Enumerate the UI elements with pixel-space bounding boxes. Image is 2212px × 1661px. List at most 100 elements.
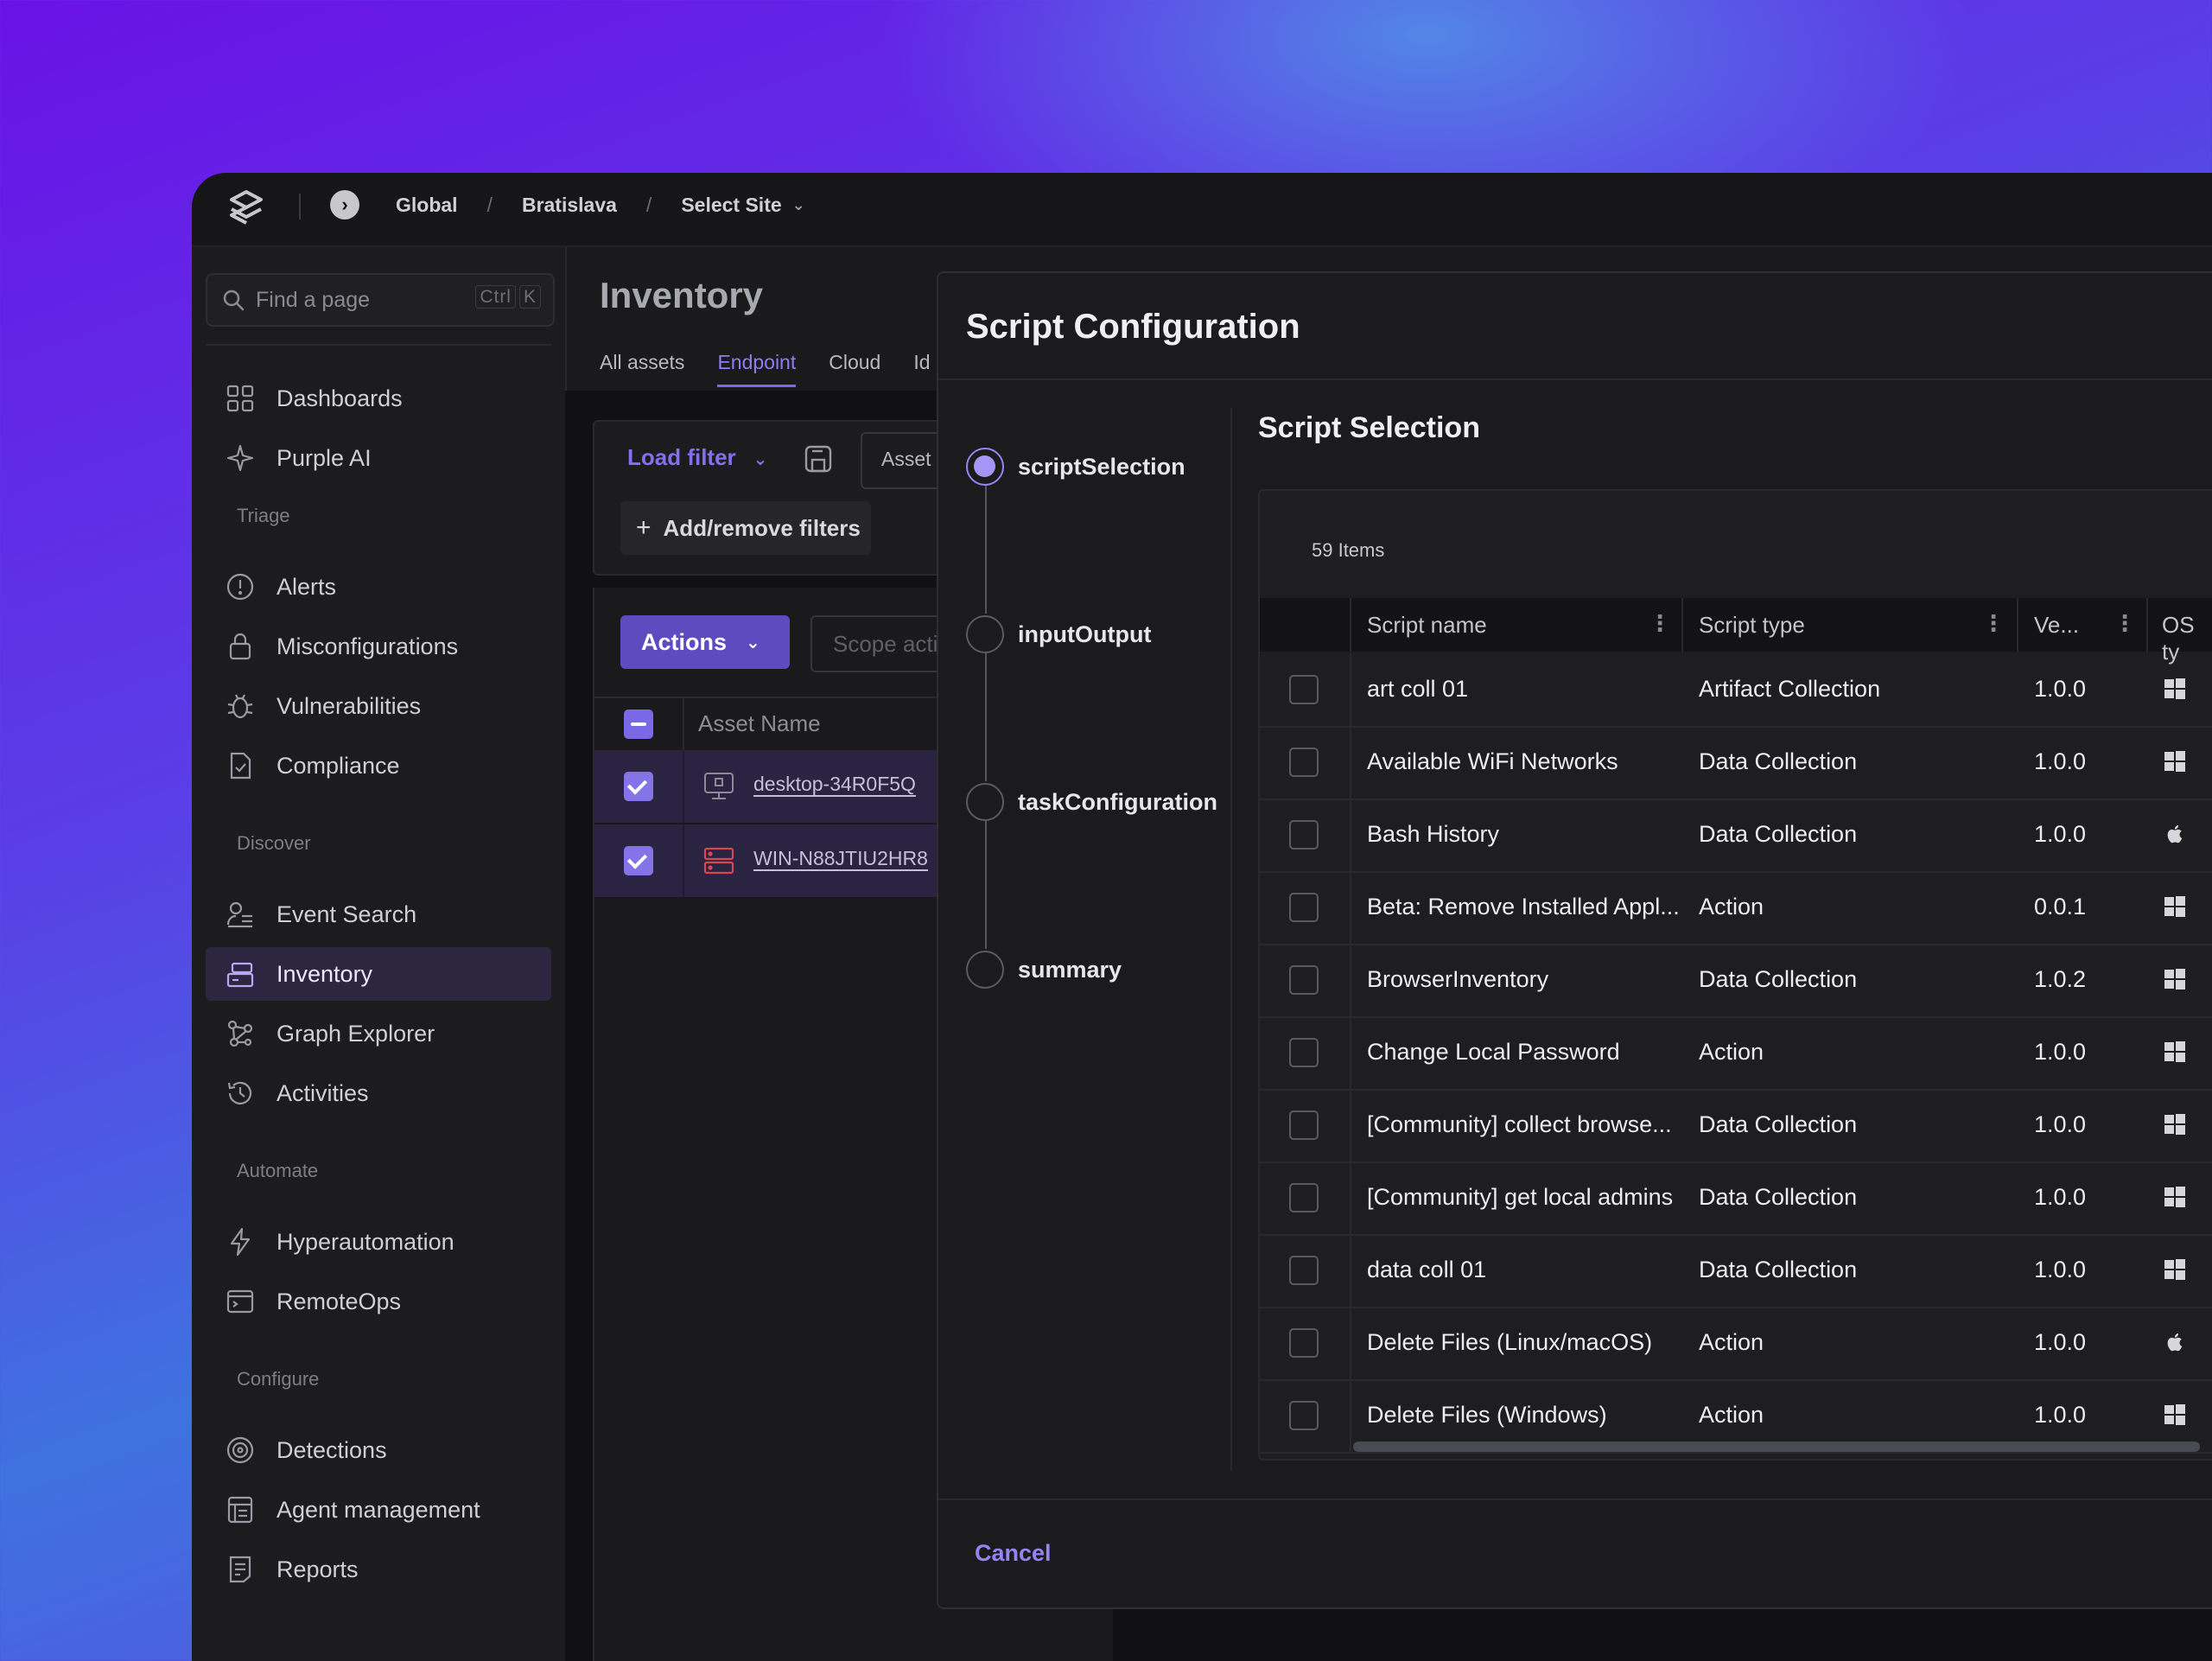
sidebar-item-compliance[interactable]: Compliance	[206, 739, 551, 792]
version-cell: 1.0.0	[2034, 676, 2087, 702]
table-row[interactable]: Change Local Password Action 1.0.0	[1260, 1016, 2212, 1091]
sidebar-item-label: Alerts	[276, 573, 337, 600]
column-menu-icon[interactable]: ⋮	[1649, 610, 1671, 637]
breadcrumb-bratislava[interactable]: Bratislava	[522, 194, 617, 217]
sidebar-divider	[206, 344, 551, 346]
table-row[interactable]: art coll 01 Artifact Collection 1.0.0	[1260, 653, 2212, 728]
step-script-selection[interactable]: scriptSelection	[966, 446, 1185, 487]
sidebar-item-activities[interactable]: Activities	[206, 1066, 551, 1120]
column-header-script-type[interactable]: Script type	[1699, 612, 1805, 639]
script-name-cell: Beta: Remove Installed Appl...	[1367, 894, 1680, 920]
row-checkbox[interactable]	[1289, 1256, 1319, 1285]
target-icon	[226, 1436, 254, 1464]
breadcrumb-select-site[interactable]: Select Site	[681, 194, 781, 217]
script-name-cell: [Community] collect browse...	[1367, 1111, 1672, 1137]
table-row[interactable]: Beta: Remove Installed Appl... Action 0.0.…	[1260, 871, 2212, 945]
row-checkbox[interactable]	[1289, 965, 1319, 995]
search-shortcut: Ctrl K	[472, 285, 541, 309]
row-checkbox[interactable]	[1289, 820, 1319, 850]
row-checkbox[interactable]	[1289, 675, 1319, 704]
sidebar-item-purple-ai[interactable]: Purple AI	[206, 431, 551, 485]
select-all-checkbox[interactable]	[624, 710, 653, 739]
row-checkbox[interactable]	[1289, 1183, 1319, 1212]
asset-link[interactable]: desktop-34R0F5Q	[753, 773, 916, 796]
asset-link[interactable]: WIN-N88JTIU2HR8	[753, 847, 928, 870]
agent-icon	[227, 1496, 253, 1524]
table-row[interactable]: [Community] get local admins Data Collect…	[1260, 1161, 2212, 1236]
tab-all-assets[interactable]: All assets	[600, 351, 684, 387]
sidebar-item-event-search[interactable]: Event Search	[206, 888, 551, 941]
items-count: 59 Items	[1312, 539, 1385, 561]
row-checkbox[interactable]	[1289, 1111, 1319, 1140]
sidebar-item-label: Dashboards	[276, 385, 403, 411]
step-task-configuration[interactable]: taskConfiguration	[966, 781, 1217, 823]
save-filter-icon[interactable]	[802, 442, 835, 475]
sidebar-item-alerts[interactable]: Alerts	[206, 560, 551, 614]
breadcrumb-global[interactable]: Global	[396, 194, 458, 217]
search-input[interactable]: Find a page Ctrl K	[206, 273, 555, 327]
tab-identity[interactable]: Id	[913, 351, 930, 387]
row-checkbox[interactable]	[1289, 1038, 1319, 1067]
table-row[interactable]: BrowserInventory Data Collection 1.0.2	[1260, 944, 2212, 1018]
column-menu-icon[interactable]: ⋮	[1982, 610, 2005, 637]
terminal-icon	[226, 1289, 254, 1314]
sidebar-item-remoteops[interactable]: RemoteOps	[206, 1275, 551, 1328]
cancel-button[interactable]: Cancel	[975, 1540, 1052, 1567]
sidebar-item-label: Misconfigurations	[276, 633, 459, 659]
step-indicator	[966, 951, 1004, 989]
tab-endpoint[interactable]: Endpoint	[717, 351, 797, 387]
column-menu-icon[interactable]: ⋮	[2113, 610, 2136, 637]
sidebar-item-detections[interactable]: Detections	[206, 1423, 551, 1477]
column-divider	[683, 750, 684, 823]
document-check-icon	[230, 752, 251, 780]
tab-cloud[interactable]: Cloud	[829, 351, 880, 387]
actions-label: Actions	[641, 628, 728, 655]
step-label: scriptSelection	[1018, 453, 1185, 480]
sidebar-item-dashboards[interactable]: Dashboards	[206, 372, 551, 425]
step-input-output[interactable]: inputOutput	[966, 614, 1151, 655]
row-checkbox[interactable]	[624, 846, 653, 875]
column-divider	[1681, 598, 1683, 652]
step-summary[interactable]: summary	[966, 949, 1122, 990]
load-filter-dropdown[interactable]: Load filter ⌄	[627, 444, 767, 471]
horizontal-scrollbar[interactable]	[1353, 1441, 2200, 1452]
row-checkbox[interactable]	[1289, 893, 1319, 922]
sidebar-item-agent-management[interactable]: Agent management	[206, 1483, 551, 1537]
sidebar-item-label: Reports	[276, 1556, 359, 1582]
add-remove-filters-button[interactable]: + Add/remove filters	[620, 501, 871, 555]
sidebar-item-hyperautomation[interactable]: Hyperautomation	[206, 1215, 551, 1269]
windows-icon	[2164, 1113, 2186, 1136]
column-divider	[1350, 1089, 1351, 1161]
step-label: taskConfiguration	[1018, 788, 1218, 815]
column-divider	[1350, 871, 1351, 944]
table-row[interactable]: [Community] collect browse... Data Collec…	[1260, 1089, 2212, 1163]
row-checkbox[interactable]	[1289, 748, 1319, 777]
table-row[interactable]: data coll 01 Data Collection 1.0.0	[1260, 1234, 2212, 1308]
table-row[interactable]: Available WiFi Networks Data Collection 1.…	[1260, 726, 2212, 800]
table-row[interactable]: Bash History Data Collection 1.0.0	[1260, 799, 2212, 873]
scope-chevron-right-icon[interactable]: ›	[330, 190, 359, 220]
column-header-version[interactable]: Ve...	[2034, 612, 2079, 639]
script-type-cell: Data Collection	[1699, 748, 1858, 774]
table-row[interactable]: Delete Files (Linux/macOS) Action 1.0.0	[1260, 1307, 2212, 1381]
chevron-down-icon[interactable]: ⌄	[792, 196, 805, 214]
column-header-asset-name[interactable]: Asset Name	[698, 710, 821, 737]
row-checkbox[interactable]	[1289, 1401, 1319, 1430]
script-name-cell: Delete Files (Windows)	[1367, 1402, 1607, 1428]
sidebar-item-reports[interactable]: Reports	[206, 1543, 551, 1596]
column-divider	[683, 698, 684, 750]
step-indicator-active	[966, 448, 1004, 486]
sentinel-logo-icon[interactable]	[225, 187, 268, 230]
script-name-cell: Available WiFi Networks	[1367, 748, 1618, 774]
sidebar-item-misconfigurations[interactable]: Misconfigurations	[206, 620, 551, 673]
actions-button[interactable]: Actions ⌄	[620, 615, 790, 669]
sidebar-item-label: Graph Explorer	[276, 1020, 435, 1047]
sidebar-item-graph-explorer[interactable]: Graph Explorer	[206, 1007, 551, 1060]
sidebar-item-inventory[interactable]: Inventory	[206, 947, 551, 1001]
sidebar-item-label: Compliance	[276, 752, 400, 779]
row-checkbox[interactable]	[624, 772, 653, 801]
column-divider	[1350, 726, 1351, 799]
row-checkbox[interactable]	[1289, 1328, 1319, 1358]
column-header-script-name[interactable]: Script name	[1367, 612, 1487, 639]
sidebar-item-vulnerabilities[interactable]: Vulnerabilities	[206, 679, 551, 733]
